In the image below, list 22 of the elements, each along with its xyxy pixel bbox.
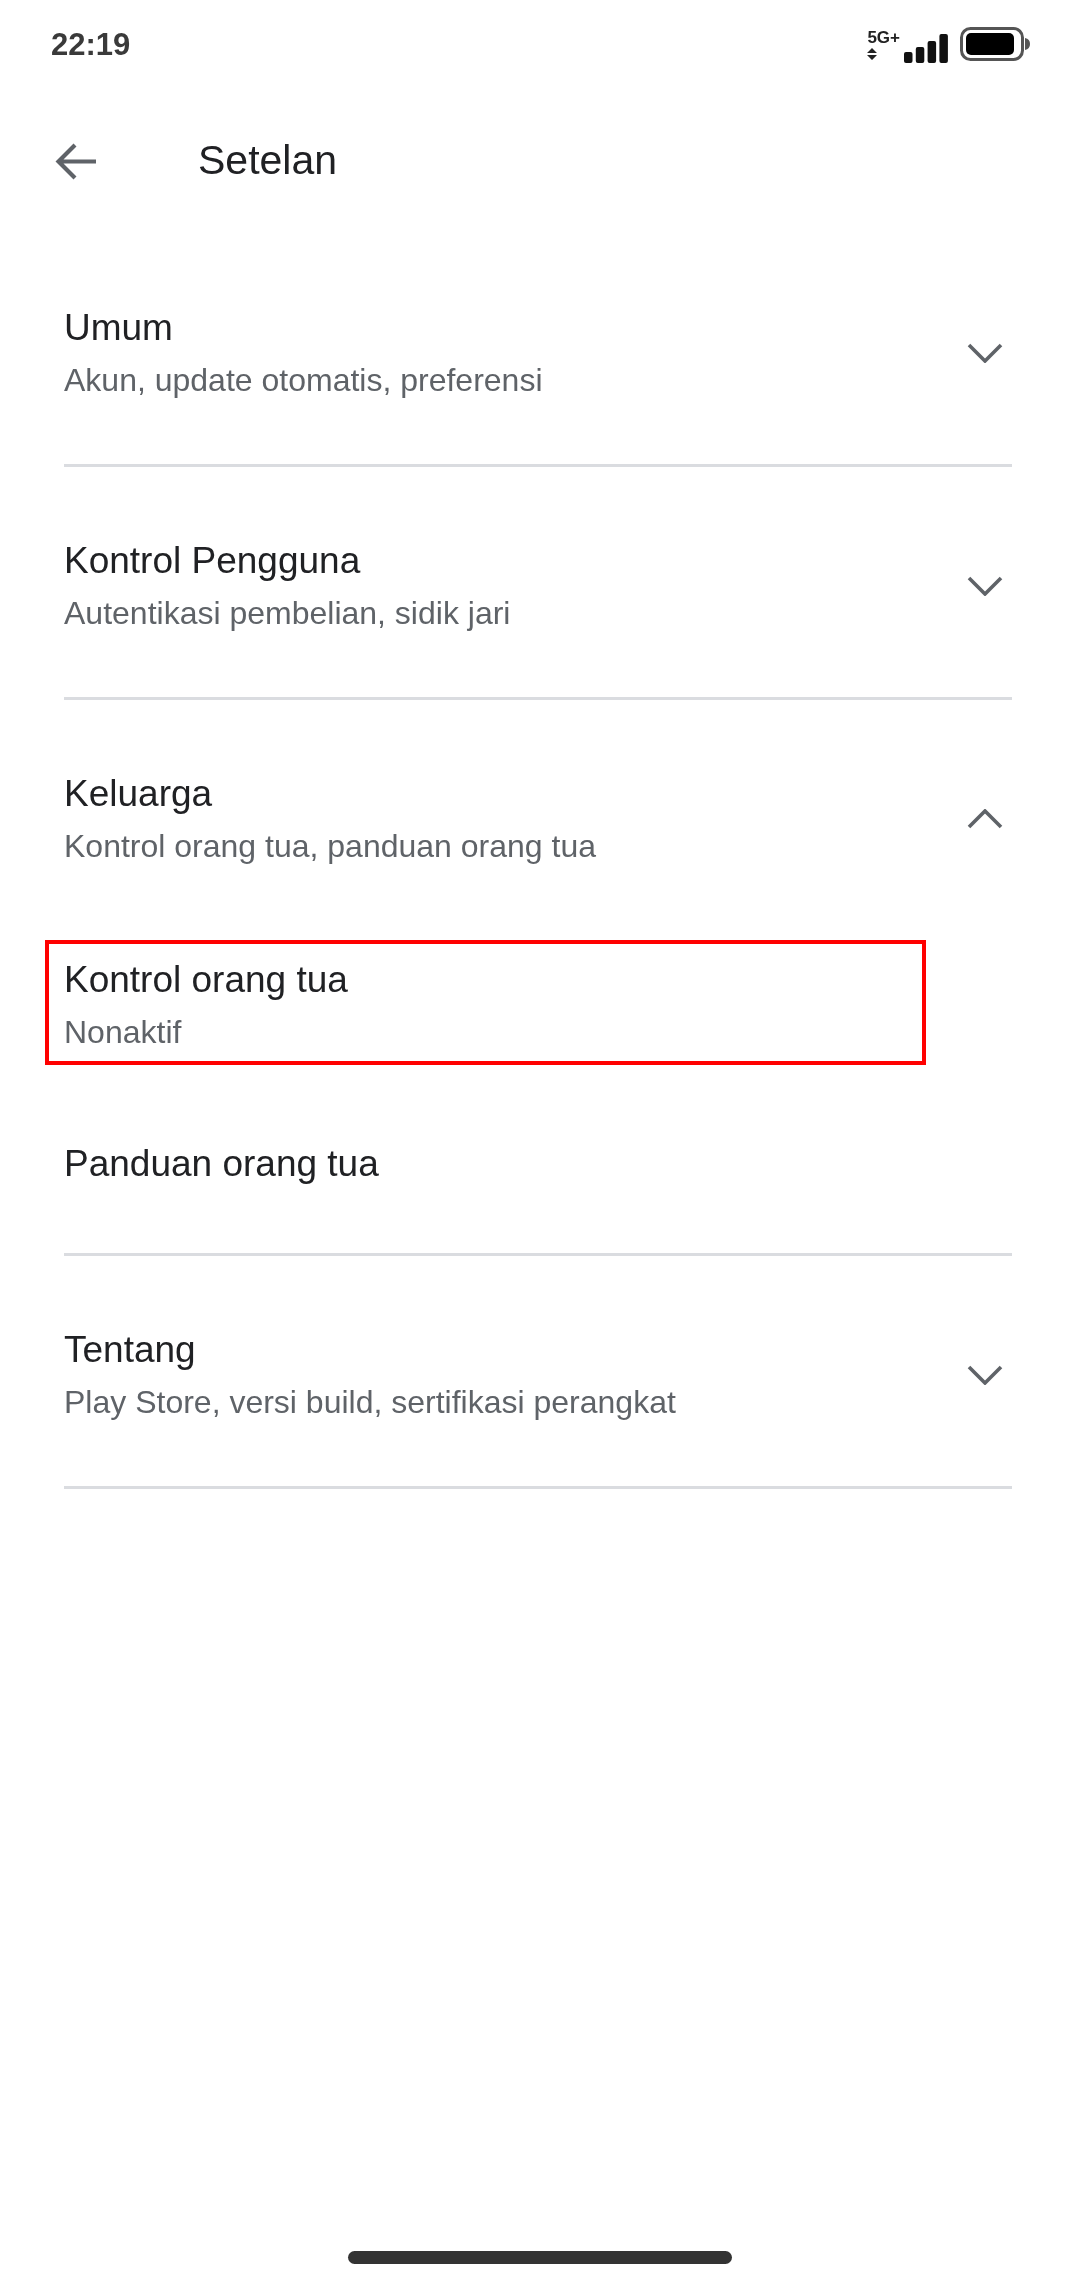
signal-icon [904, 33, 948, 63]
section-title[interactable]: Kontrol Pengguna [64, 536, 361, 586]
battery-icon [960, 27, 1030, 61]
data-arrows-icon [867, 47, 878, 60]
setting-status: Nonaktif [64, 1013, 182, 1052]
section-title[interactable]: Umum [64, 303, 173, 353]
chevron-up-icon[interactable] [967, 808, 1003, 829]
screen-title: Setelan [198, 136, 338, 186]
section-subtitle: Kontrol orang tua, panduan orang tua [64, 827, 596, 866]
section-subtitle: Play Store, versi build, sertifikasi perangkat [64, 1383, 676, 1422]
network-type-label: 5G+ [867, 28, 900, 46]
back-arrow-icon[interactable] [54, 141, 97, 181]
status-time: 22:19 [51, 28, 131, 60]
section-title[interactable]: Tentang [64, 1325, 196, 1375]
setting-title[interactable]: Kontrol orang tua [64, 955, 348, 1005]
section-title[interactable]: Keluarga [64, 769, 213, 819]
chevron-down-icon[interactable] [967, 575, 1003, 596]
section-subtitle: Akun, update otomatis, preferensi [64, 361, 543, 400]
chevron-down-icon[interactable] [967, 1364, 1003, 1385]
setting-title[interactable]: Panduan orang tua [64, 1139, 379, 1189]
section-subtitle: Autentikasi pembelian, sidik jari [64, 594, 511, 633]
chevron-down-icon[interactable] [967, 342, 1003, 363]
